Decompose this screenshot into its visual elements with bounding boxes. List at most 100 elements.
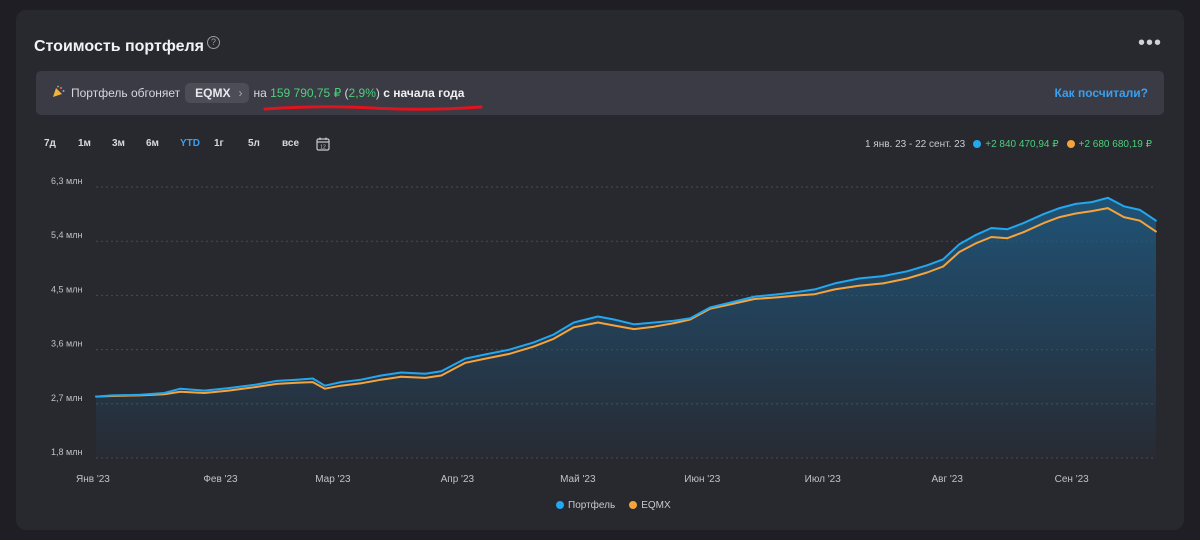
- series-0-point-38: [882, 275, 884, 278]
- series-0-point-35: [813, 288, 816, 291]
- series-0-point-0: [95, 395, 97, 398]
- series-0-point-49: [1074, 202, 1077, 205]
- x-tick-label-6: Июл '23: [805, 474, 842, 485]
- series-0-point-51: [1106, 196, 1109, 199]
- legend-portfolio-label: Портфель: [568, 500, 616, 511]
- series-1-point-53: [1139, 219, 1141, 222]
- series-0-point-32: [753, 295, 756, 298]
- series-0-point-13: [360, 378, 362, 381]
- series-0-point-48: [1058, 207, 1061, 209]
- series-0-point-25: [613, 318, 615, 321]
- series-0-point-30: [709, 306, 712, 309]
- x-tick-label-3: Апр '23: [441, 474, 475, 485]
- legend-item-portfolio[interactable]: Портфель: [556, 500, 615, 511]
- series-1-point-37: [857, 284, 860, 287]
- series-1-point-13: [360, 382, 362, 385]
- series-1-point-46: [1022, 231, 1025, 234]
- legend-item-eqmx[interactable]: EQMX: [629, 500, 671, 511]
- portfolio-chart[interactable]: 1,8 млн 2,7 млн 3,6 млн 4,5 млн 5,4 млн 6,3 м…: [16, 10, 1184, 530]
- series-1-point-22: [552, 337, 555, 340]
- chart-legend: Портфель EQMX: [556, 500, 671, 511]
- series-1-point-27: [653, 325, 656, 328]
- series-1-point-18: [464, 361, 467, 364]
- series-0-point-4: [179, 387, 182, 390]
- series-1-point-20: [508, 352, 511, 355]
- series-0-point-22: [552, 333, 555, 336]
- series-0-point-11: [323, 384, 326, 387]
- series-1-point-36: [833, 288, 836, 291]
- series-0-point-42: [958, 243, 961, 246]
- series-1-point-8: [275, 383, 278, 385]
- series-0-point-53: [1139, 208, 1141, 211]
- x-tick-label-7: Авг '23: [931, 474, 963, 485]
- series-1-point-42: [958, 251, 961, 253]
- y-tick-label-3: 4,5 млн: [51, 284, 82, 294]
- y-tick-label-0: 1,8 млн: [51, 447, 82, 457]
- series-1-point-9: [295, 381, 298, 384]
- series-0-point-12: [340, 381, 342, 384]
- series-0-point-33: [777, 293, 780, 296]
- series-0-point-7: [255, 383, 258, 386]
- series-1-point-44: [990, 236, 993, 238]
- series-0-point-31: [729, 301, 732, 304]
- series-0-point-20: [508, 348, 511, 351]
- series-0-point-5: [203, 389, 206, 392]
- series-0-point-16: [424, 372, 427, 375]
- series-0-point-3: [163, 392, 166, 394]
- series-1-point-52: [1122, 216, 1125, 219]
- x-tick-label-4: Май '23: [560, 474, 596, 485]
- series-0-point-10: [311, 377, 314, 380]
- series-1-point-16: [424, 377, 427, 379]
- series-1-point-33: [777, 296, 780, 299]
- series-0-point-44: [990, 227, 993, 229]
- series-0-point-46: [1022, 222, 1025, 225]
- legend-portfolio-dot-icon: [556, 501, 564, 509]
- series-1-point-32: [753, 298, 756, 300]
- series-0-point-2: [139, 393, 142, 396]
- series-0-point-29: [689, 317, 692, 320]
- series-1-point-41: [942, 265, 945, 268]
- x-tick-label-2: Мар '23: [315, 474, 351, 485]
- y-tick-label-1: 2,7 млн: [51, 393, 82, 403]
- series-0-point-23: [572, 321, 575, 324]
- series-1-point-51: [1106, 207, 1109, 209]
- y-tick-label-5: 6,3 млн: [51, 176, 82, 186]
- series-1-point-10: [311, 381, 314, 384]
- series-1-point-6: [227, 389, 230, 392]
- series-0-point-43: [974, 234, 977, 237]
- series-0-point-14: [380, 374, 382, 377]
- legend-eqmx-label: EQMX: [641, 500, 671, 511]
- series-1-point-28: [673, 322, 676, 325]
- series-0-point-26: [633, 323, 635, 326]
- series-1-point-43: [974, 242, 977, 245]
- portfolio-value-card: Стоимость портфеля? ••• Портфель обгоняе…: [16, 10, 1184, 530]
- series-1-point-26: [633, 328, 635, 331]
- series-1-point-17: [440, 374, 443, 377]
- series-0-point-39: [906, 270, 908, 273]
- series-0-point-50: [1090, 201, 1093, 203]
- series-1-point-31: [729, 303, 732, 306]
- series-0-point-54: [1155, 219, 1157, 222]
- series-0-point-41: [942, 258, 945, 261]
- series-0-point-24: [596, 315, 599, 318]
- series-1-point-19: [484, 357, 487, 360]
- series-1-point-50: [1090, 210, 1093, 212]
- series-1-point-24: [596, 321, 599, 324]
- series-0-point-37: [857, 277, 860, 280]
- series-1-point-4: [179, 390, 182, 393]
- series-1-point-54: [1155, 230, 1157, 233]
- series-1-point-38: [882, 282, 884, 285]
- series-0-point-34: [797, 290, 800, 293]
- series-1-point-14: [380, 378, 382, 381]
- series-0-point-21: [532, 341, 535, 344]
- series-1-point-40: [926, 271, 929, 274]
- series-0-point-40: [926, 264, 929, 267]
- series-0-point-47: [1042, 213, 1045, 216]
- series-0-point-17: [440, 370, 443, 373]
- series-0-point-28: [673, 319, 676, 322]
- series-1-point-12: [340, 384, 342, 387]
- series-1-point-49: [1074, 212, 1077, 215]
- series-1-point-45: [1006, 237, 1009, 240]
- series-0-point-15: [400, 371, 403, 374]
- series-1-point-11: [323, 387, 326, 390]
